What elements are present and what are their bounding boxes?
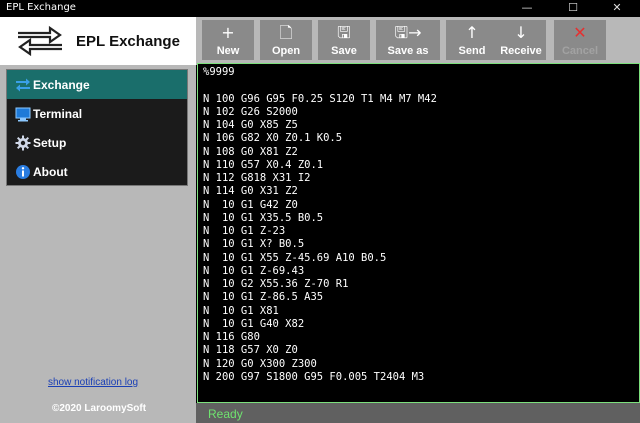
code-line: N 10 G1 G40 X82 [203, 318, 305, 330]
close-window-button[interactable]: ✕ [594, 0, 640, 17]
cancel-button-label: Cancel [561, 45, 599, 57]
open-button[interactable]: 🗋 Open [260, 20, 312, 60]
save-as-button[interactable]: 🖫→ Save as [376, 20, 440, 60]
send-button-label: Send [458, 45, 486, 57]
code-line: N 10 G1 Z-86.5 A35 [203, 291, 324, 303]
code-line: N 116 G80 [203, 331, 260, 343]
info-icon [16, 165, 30, 179]
code-line: N 102 G26 S2000 [203, 106, 298, 118]
sidebar-item-exchange[interactable]: Exchange [7, 70, 187, 99]
code-editor[interactable]: %9999 N 100 G96 G95 F0.25 S120 T1 M4 M7 … [197, 63, 640, 403]
sidebar: EPL Exchange Exchange Terminal Setup Abo… [0, 17, 196, 423]
sidebar-item-label: Terminal [33, 107, 83, 121]
code-line: N 112 G818 X31 I2 [203, 172, 311, 184]
new-button-label: New [216, 45, 240, 57]
code-line: N 10 G1 Z-69.43 [203, 265, 305, 277]
sidebar-item-about[interactable]: About [7, 157, 187, 186]
code-line: N 10 G1 X? B0.5 [203, 238, 305, 250]
sidebar-item-label: About [33, 165, 68, 179]
code-line: N 10 G1 X55 Z-45.69 A10 B0.5 [203, 252, 387, 264]
code-line: N 114 G0 X31 Z2 [203, 185, 298, 197]
code-line: N 10 G1 X81 [203, 305, 279, 317]
code-line: N 104 G0 X85 Z5 [203, 119, 298, 131]
sidebar-item-label: Exchange [33, 78, 90, 92]
maximize-button[interactable]: ☐ [550, 0, 596, 17]
save-button-label: Save [331, 45, 357, 57]
window-title: EPL Exchange [6, 2, 76, 13]
app-header: EPL Exchange [0, 17, 196, 65]
arrow-up-icon: ↑ [465, 23, 479, 42]
sidebar-nav: Exchange Terminal Setup About [6, 69, 188, 186]
copyright-text: ©2020 LaroomySoft [52, 403, 147, 414]
exchange-icon [16, 78, 30, 92]
status-bar: Ready [196, 403, 640, 423]
floppy-disk-icon: 🖫 [337, 23, 351, 42]
status-text: Ready [208, 407, 243, 421]
code-line: N 10 G1 G42 Z0 [203, 199, 298, 211]
toolbar: + New 🗋 Open 🖫 Save 🖫→ Save as ↑ Send ↓ … [196, 17, 640, 65]
code-line: %9999 [203, 66, 235, 78]
minimize-button[interactable]: — [504, 0, 550, 17]
code-line: N 108 G0 X81 Z2 [203, 146, 298, 158]
code-line: N 106 G82 X0 Z0.1 K0.5 [203, 132, 343, 144]
arrow-down-icon: ↓ [514, 23, 528, 42]
app-name: EPL Exchange [76, 33, 180, 50]
code-line: N 10 G2 X55.36 Z-70 R1 [203, 278, 349, 290]
receive-button[interactable]: ↓ Receive [496, 20, 546, 60]
send-button[interactable]: ↑ Send [446, 20, 498, 60]
code-line: N 120 G0 X300 Z300 [203, 358, 317, 370]
sidebar-item-setup[interactable]: Setup [7, 128, 187, 157]
open-button-label: Open [271, 45, 301, 57]
save-as-icon: 🖫→ [394, 23, 422, 42]
code-line: N 10 G1 X35.5 B0.5 [203, 212, 324, 224]
notification-log-link[interactable]: show notification log [48, 377, 138, 388]
gear-icon [15, 135, 31, 151]
code-line: N 110 G57 X0.4 Z0.1 [203, 159, 324, 171]
code-line: N 10 G1 Z-23 [203, 225, 286, 237]
save-button[interactable]: 🖫 Save [318, 20, 370, 60]
open-file-icon: 🗋 [279, 23, 293, 42]
code-line: N 200 G97 S1800 G95 F0.005 T2404 M3 [203, 371, 425, 383]
sidebar-item-label: Setup [33, 136, 67, 150]
cancel-button[interactable]: ✕ Cancel [554, 20, 606, 60]
save-as-button-label: Save as [387, 45, 429, 57]
code-line: N 100 G96 G95 F0.25 S120 T1 M4 M7 M42 [203, 93, 437, 105]
new-button[interactable]: + New [202, 20, 254, 60]
sidebar-item-terminal[interactable]: Terminal [7, 99, 187, 128]
cancel-x-icon: ✕ [573, 23, 587, 42]
title-bar: EPL Exchange — ☐ ✕ [0, 0, 640, 17]
terminal-icon [15, 107, 31, 122]
receive-button-label: Receive [500, 45, 542, 57]
exchange-arrows-icon [18, 25, 62, 56]
plus-icon: + [221, 23, 235, 42]
code-line: N 118 G57 X0 Z0 [203, 344, 298, 356]
